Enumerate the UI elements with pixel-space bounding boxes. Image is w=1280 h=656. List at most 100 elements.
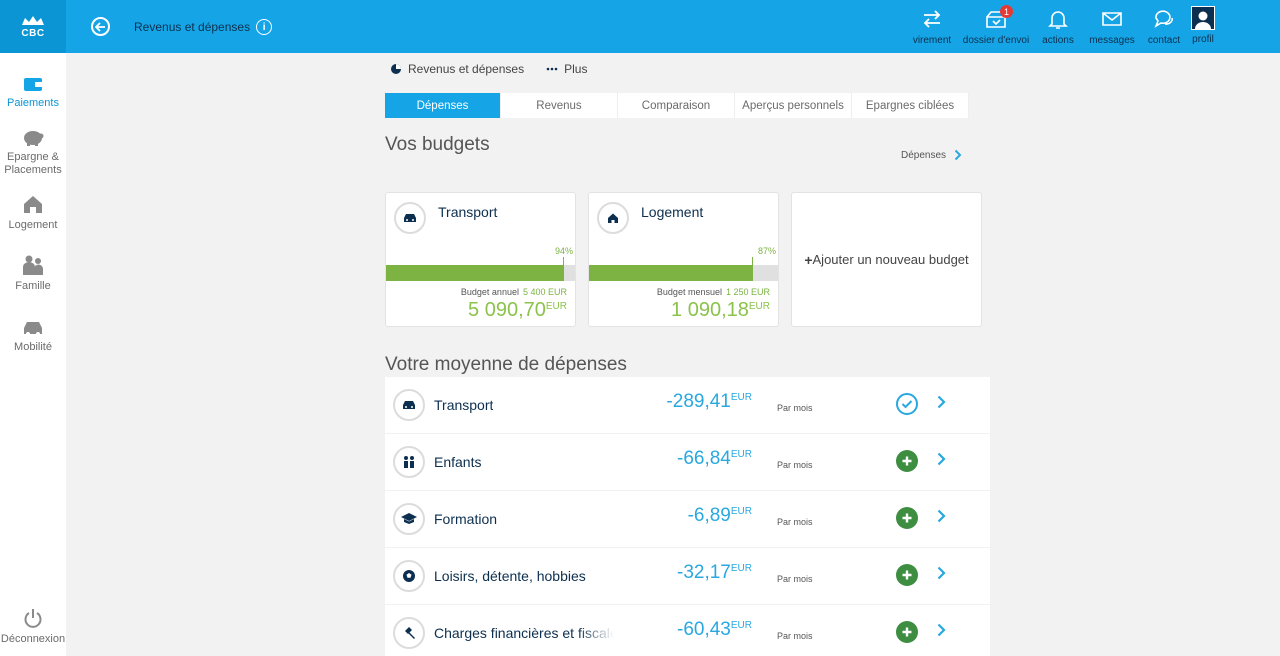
amount-value: -60,43	[677, 619, 731, 640]
messages-label: messages	[1089, 35, 1135, 46]
budget-progress-fill	[386, 265, 564, 281]
notification-badge: 1	[1000, 5, 1013, 18]
sidebar-item-logement[interactable]: Logement	[0, 187, 66, 232]
list-item[interactable]: Loisirs, détente, hobbies -32,17EUR Par …	[385, 548, 990, 605]
chevron-right-icon[interactable]	[937, 452, 946, 466]
logo-text: CBC	[21, 27, 45, 39]
subnav-overview[interactable]: Revenus et dépenses	[390, 62, 524, 76]
actions-button[interactable]: actions	[1030, 5, 1086, 46]
budget-card-transport[interactable]: Transport 94% Budget annuel 5 400 EUR 5 0…	[385, 192, 576, 327]
transfer-label: virement	[912, 35, 952, 46]
back-button[interactable]	[91, 17, 110, 36]
period-label: Par mois	[777, 403, 813, 413]
actions-label: actions	[1042, 35, 1074, 46]
chevron-right-icon[interactable]	[937, 566, 946, 580]
list-item[interactable]: Formation -6,89EUR Par mois	[385, 491, 990, 548]
amount-currency: EUR	[730, 392, 752, 403]
budget-spent-currency: EUR	[748, 301, 770, 312]
budget-limit: Budget mensuel 1 250 EUR	[657, 287, 770, 297]
crown-icon	[22, 15, 44, 25]
user-icon	[1195, 11, 1211, 29]
chevron-right-icon[interactable]	[937, 623, 946, 637]
messages-button[interactable]: messages	[1086, 5, 1138, 46]
chevron-right-icon[interactable]	[937, 395, 946, 409]
profile-button[interactable]: profil	[1191, 6, 1215, 45]
cbc-logo[interactable]: CBC	[0, 0, 66, 53]
tab-comparaison[interactable]: Comparaison	[618, 93, 735, 118]
amount-currency: EUR	[730, 506, 752, 517]
car-icon	[393, 389, 425, 421]
category-amount: -289,41EUR	[666, 391, 752, 413]
logout-label: Déconnexion	[0, 633, 66, 645]
piggy-bank-icon	[24, 131, 44, 146]
depenses-link[interactable]: Dépenses	[901, 149, 962, 161]
add-budget-button[interactable]: + Ajouter un nouveau budget	[791, 192, 982, 327]
add-budget-plus-icon[interactable]	[896, 450, 918, 472]
contact-button[interactable]: contact	[1138, 5, 1190, 46]
logout-button[interactable]: Déconnexion	[0, 601, 66, 646]
budget-percent: 94%	[554, 246, 573, 256]
add-budget-plus-icon[interactable]	[896, 564, 918, 586]
add-budget-plus-icon[interactable]	[896, 621, 918, 643]
budget-card-name: Logement	[641, 204, 704, 220]
envelope-icon	[1102, 12, 1122, 26]
list-item[interactable]: Charges financières et fiscales -60,43EU…	[385, 605, 990, 656]
sidebar-item-epargne[interactable]: Epargne & Placements	[0, 119, 66, 177]
page-title: Revenus et dépenses i	[134, 19, 273, 35]
budget-card-name: Transport	[438, 204, 498, 220]
chevron-right-icon[interactable]	[937, 509, 946, 523]
budget-progress-marker	[752, 257, 754, 281]
budget-spent-amount: 1 090,18	[671, 299, 749, 321]
tab-revenus[interactable]: Revenus	[501, 93, 618, 118]
budget-limit-label: Budget mensuel	[656, 287, 722, 297]
amount-currency: EUR	[730, 449, 752, 460]
category-name: Charges financières et fiscales	[434, 625, 614, 641]
sidebar-item-famille[interactable]: Famille	[0, 248, 66, 293]
average-spending-title: Votre moyenne de dépenses	[385, 354, 627, 375]
category-name: Formation	[434, 511, 498, 527]
sub-navigation: Revenus et dépenses Plus	[390, 62, 587, 76]
category-name: Enfants	[434, 454, 482, 470]
budget-progress-marker	[562, 257, 564, 281]
budget-set-check-icon[interactable]	[896, 393, 918, 415]
add-budget-plus-icon[interactable]	[896, 507, 918, 529]
amount-value: -66,84	[677, 448, 731, 469]
sidebar-item-paiements[interactable]: Paiements	[0, 65, 66, 110]
budget-limit-amount: 1 250 EUR	[725, 287, 770, 297]
sidebar-item-mobilite[interactable]: Mobilité	[0, 309, 66, 354]
sidebar-item-label: Famille	[15, 280, 51, 292]
period-label: Par mois	[777, 460, 813, 470]
period-label: Par mois	[777, 631, 813, 641]
budget-limit-amount: 5 400 EUR	[522, 287, 567, 297]
graduation-cap-icon	[393, 503, 425, 535]
add-budget-label: Ajouter un nouveau budget	[812, 252, 969, 267]
subnav-more[interactable]: Plus	[546, 62, 587, 76]
period-label: Par mois	[777, 574, 813, 584]
budget-percent: 87%	[757, 246, 776, 256]
top-actions: virement 1 dossier d'envoi actions messa…	[902, 5, 1190, 46]
outbox-label: dossier d'envoi	[962, 35, 1030, 46]
more-dots-icon	[546, 67, 558, 71]
budget-card-logement[interactable]: Logement 87% Budget mensuel 1 250 EUR 1 0…	[588, 192, 779, 327]
outbox-button[interactable]: 1 dossier d'envoi	[962, 5, 1030, 46]
sidebar-item-label: Mobilité	[14, 341, 52, 353]
wallet-icon	[24, 78, 42, 91]
depenses-link-label: Dépenses	[901, 149, 947, 161]
transfer-icon	[923, 10, 941, 28]
arrow-left-icon	[95, 21, 105, 32]
period-label: Par mois	[777, 517, 813, 527]
list-item[interactable]: Transport -289,41EUR Par mois	[385, 377, 990, 434]
transfer-button[interactable]: virement	[902, 5, 962, 46]
info-icon[interactable]: i	[256, 19, 273, 35]
house-icon	[24, 196, 42, 213]
tab-epargnes-ciblees[interactable]: Epargnes ciblées	[852, 93, 969, 118]
chat-icon	[1154, 10, 1173, 28]
tab-apercus-personnels[interactable]: Aperçus personnels	[735, 93, 852, 118]
budget-limit: Budget annuel 5 400 EUR	[461, 287, 567, 297]
bell-icon	[1048, 11, 1068, 29]
soccer-ball-icon	[393, 560, 425, 592]
tab-depenses[interactable]: Dépenses	[385, 93, 501, 118]
amount-currency: EUR	[730, 620, 752, 631]
budgets-title: Vos budgets	[385, 134, 490, 155]
list-item[interactable]: Enfants -66,84EUR Par mois	[385, 434, 990, 491]
